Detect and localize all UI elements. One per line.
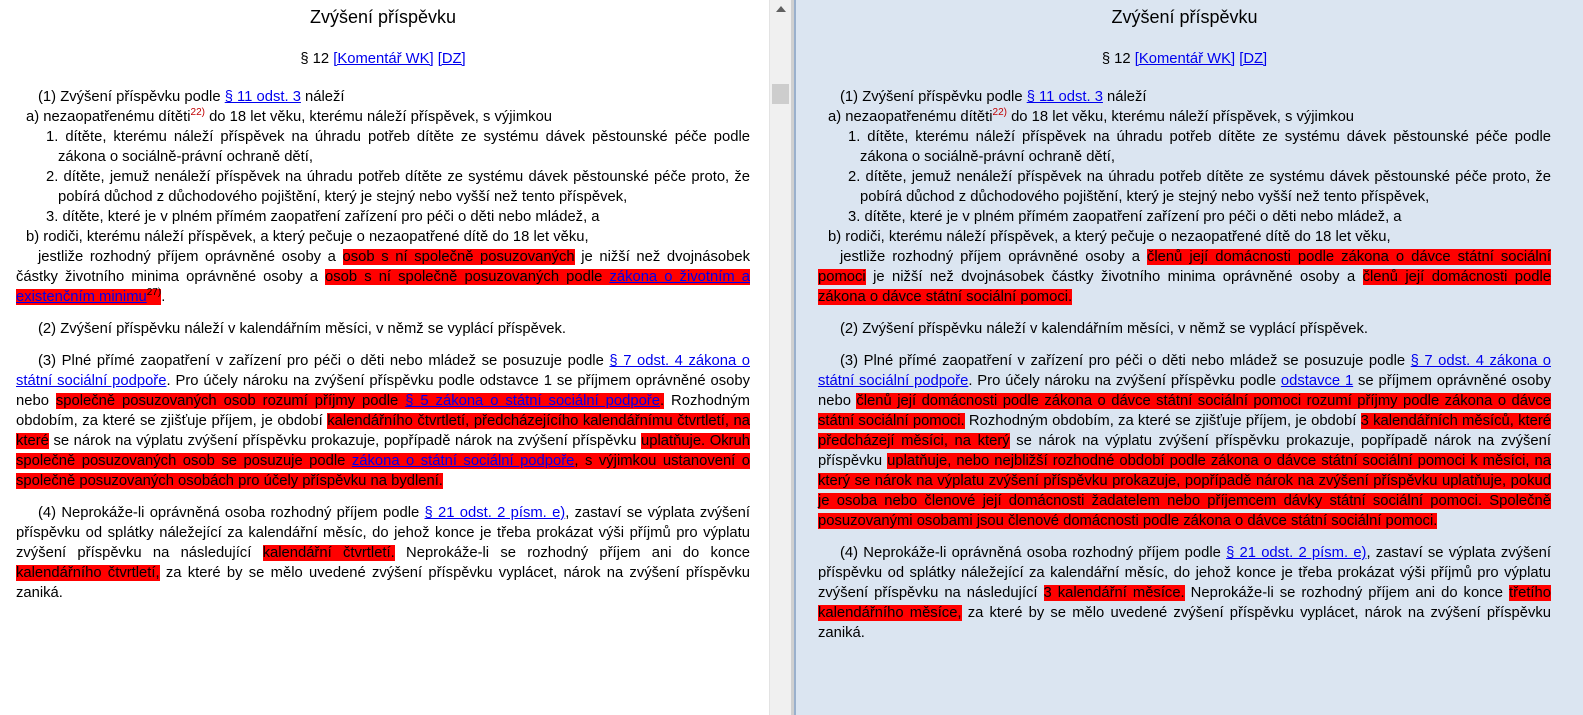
subsection-1: (1) Zvýšení příspěvku podle § 11 odst. 3…	[818, 87, 1551, 107]
text: (1) Zvýšení příspěvku podle	[38, 89, 225, 105]
letter-b: b) rodiči, kterému náleží příspěvek, a k…	[828, 229, 1391, 245]
text: a) nezaopatřenému dítěti	[26, 109, 191, 125]
komentar-link[interactable]: [Komentář WK]	[333, 51, 433, 67]
text: náleží	[1102, 89, 1147, 105]
text: osob s ní společně posuzovaných podle	[325, 269, 603, 285]
footnote-ref[interactable]: 22)	[993, 107, 1007, 118]
scrollbar-thumb[interactable]	[772, 84, 789, 104]
footnote-ref[interactable]: 27)	[147, 287, 161, 298]
subsection-3: (3) Plné přímé zaopatření v zařízení pro…	[818, 351, 1551, 531]
section-title: Zvýšení příspěvku	[1111, 7, 1258, 27]
text: do 18 let věku, kterému náleží příspěvek…	[1006, 109, 1355, 125]
highlight-change: kalendářní čtvrtletí.	[262, 545, 395, 561]
highlight-change: osob s ní společně posuzovaných	[342, 249, 575, 265]
letter-b: b) rodiči, kterému náleží příspěvek, a k…	[26, 229, 589, 245]
paragraph-number: § 12	[300, 51, 330, 67]
text: (4) Neprokáže-li oprávněná osoba rozhodn…	[840, 545, 1227, 561]
item-2: 2. dítěte, jemuž nenáleží příspěvek na ú…	[46, 169, 750, 205]
subsection-2: (2) Zvýšení příspěvku náleží v kalendářn…	[840, 321, 1368, 337]
law-link[interactable]: zákona o státní sociální podpoře	[352, 453, 575, 469]
text: (3) Plné přímé zaopatření v zařízení pro…	[840, 353, 1411, 369]
left-document: Zvýšení příspěvku § 12 [Komentář WK] [DZ…	[16, 0, 750, 603]
law-link[interactable]: § 11 odst. 3	[1027, 89, 1103, 105]
letter-a: a) nezaopatřenému dítěti22) do 18 let vě…	[818, 107, 1551, 127]
right-document: Zvýšení příspěvku § 12 [Komentář WK] [DZ…	[818, 0, 1551, 643]
paragraph-heading: § 12 [Komentář WK] [DZ]	[16, 49, 750, 69]
dz-link[interactable]: [DZ]	[1239, 51, 1267, 67]
section-title: Zvýšení příspěvku	[309, 7, 457, 27]
text: jestliže rozhodný příjem oprávněné osoby…	[840, 249, 1147, 265]
text: společně posuzovaných osob rozumí příjmy…	[55, 393, 406, 409]
text: . Pro účely nároku na zvýšení příspěvku …	[968, 373, 1281, 389]
law-link[interactable]: § 21 odst. 2 písm. e)	[425, 505, 566, 521]
text: (4) Neprokáže-li oprávněná osoba rozhodn…	[38, 505, 425, 521]
condition-paragraph: jestliže rozhodný příjem oprávněné osoby…	[16, 247, 750, 307]
text: Rozhodným obdobím, za které se zjišťuje …	[964, 413, 1361, 429]
komentar-link[interactable]: [Komentář WK]	[1135, 51, 1235, 67]
text: (1) Zvýšení příspěvku podle	[840, 89, 1027, 105]
right-document-pane: Zvýšení příspěvku § 12 [Komentář WK] [DZ…	[794, 0, 1583, 715]
highlight-change: kalendářního čtvrtletí,	[16, 565, 160, 581]
item-1: 1. dítěte, kterému náleží příspěvek na ú…	[46, 129, 750, 165]
item-3: 3. dítěte, které je v plném přímém zaopa…	[46, 209, 600, 225]
arrow-up-icon	[775, 6, 786, 12]
letter-a: a) nezaopatřenému dítěti22) do 18 let vě…	[16, 107, 750, 127]
subsection-1: (1) Zvýšení příspěvku podle § 11 odst. 3…	[16, 87, 750, 107]
text: je nižší než dvojnásobek částky životníh…	[865, 269, 1363, 285]
law-link[interactable]: § 11 odst. 3	[225, 89, 301, 105]
law-link[interactable]: odstavce 1	[1281, 373, 1353, 389]
text: Neprokáže-li se rozhodný příjem ani do k…	[394, 545, 750, 561]
text: .	[161, 289, 166, 305]
item-2: 2. dítěte, jemuž nenáleží příspěvek na ú…	[848, 169, 1551, 205]
paragraph-heading: § 12 [Komentář WK] [DZ]	[818, 49, 1551, 69]
footnote-ref[interactable]: 22)	[191, 107, 205, 118]
dz-link[interactable]: [DZ]	[438, 51, 466, 67]
highlight-change: 3 kalendářní měsíce.	[1043, 585, 1185, 601]
text: a) nezaopatřenému dítěti	[828, 109, 993, 125]
text: Neprokáže-li se rozhodný příjem ani do k…	[1184, 585, 1510, 601]
subsection-2: (2) Zvýšení příspěvku náleží v kalendářn…	[38, 321, 566, 337]
left-document-pane: Zvýšení příspěvku § 12 [Komentář WK] [DZ…	[0, 0, 769, 715]
text: jestliže rozhodný příjem oprávněné osoby…	[38, 249, 343, 265]
highlight-change: uplatňuje, nebo nejbližší rozhodné obdob…	[818, 453, 1551, 529]
subsection-4: (4) Neprokáže-li oprávněná osoba rozhodn…	[818, 543, 1551, 643]
scroll-up-button[interactable]	[770, 0, 791, 18]
text: náleží	[300, 89, 345, 105]
paragraph-number: § 12	[1101, 51, 1131, 67]
text: se nárok na výplatu zvýšení příspěvku pr…	[48, 433, 641, 449]
condition-paragraph: jestliže rozhodný příjem oprávněné osoby…	[818, 247, 1551, 307]
highlight-change: společně posuzovaných osob rozumí příjmy…	[55, 393, 665, 409]
text: (3) Plné přímé zaopatření v zařízení pro…	[38, 353, 610, 369]
law-link[interactable]: § 21 odst. 2 písm. e)	[1226, 545, 1366, 561]
item-3: 3. dítěte, které je v plném přímém zaopa…	[848, 209, 1402, 225]
subsection-3: (3) Plné přímé zaopatření v zařízení pro…	[16, 351, 750, 491]
law-link[interactable]: § 5 zákona o státní sociální podpoře	[405, 393, 660, 409]
item-1: 1. dítěte, kterému náleží příspěvek na ú…	[848, 129, 1551, 165]
text: do 18 let věku, kterému náleží příspěvek…	[204, 109, 553, 125]
subsection-4: (4) Neprokáže-li oprávněná osoba rozhodn…	[16, 503, 750, 603]
vertical-scrollbar[interactable]	[769, 0, 791, 715]
